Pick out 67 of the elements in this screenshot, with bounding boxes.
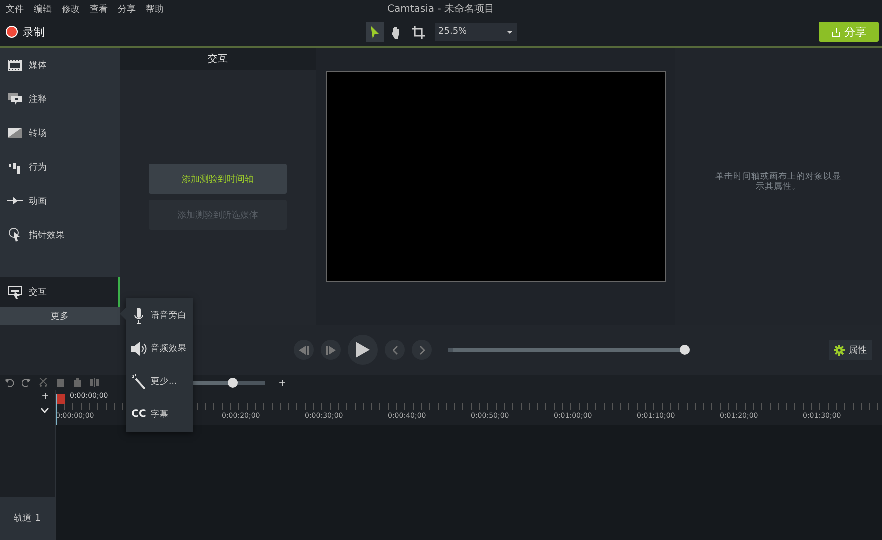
wand-icon — [132, 374, 146, 390]
behavior-icon — [9, 160, 21, 174]
caret-icon — [506, 30, 512, 34]
callout-icon — [8, 93, 22, 105]
menu-item[interactable]: 更少... — [126, 365, 193, 398]
chevron-down-icon[interactable] — [41, 408, 49, 413]
record-icon — [6, 26, 18, 38]
playhead-marker[interactable] — [57, 394, 65, 404]
pointer-tool[interactable] — [366, 22, 384, 42]
menu-item[interactable]: 文件 — [6, 2, 24, 16]
menu-item[interactable]: 语音旁白 — [126, 299, 193, 332]
pointer-icon — [370, 26, 380, 38]
track-label: 轨道 1 — [0, 497, 55, 540]
menu-item[interactable]: 查看 — [90, 2, 108, 16]
properties-button[interactable]: 属性 — [829, 340, 872, 360]
copy-icon[interactable] — [56, 378, 65, 387]
menu-item[interactable]: 分享 — [118, 2, 136, 16]
sidebar-item[interactable]: 交互 — [0, 277, 120, 307]
cut-icon[interactable] — [39, 378, 48, 387]
previous-frame-button[interactable] — [294, 340, 314, 360]
paste-icon[interactable] — [73, 378, 82, 387]
menu-item[interactable]: 修改 — [62, 2, 80, 16]
sidebar-item[interactable]: 媒体 — [0, 48, 120, 82]
window-title: Camtasia - 未命名项目 — [388, 2, 494, 16]
cursor-effect-icon — [9, 228, 21, 242]
slider-thumb[interactable] — [680, 345, 690, 355]
record-button[interactable]: 录制 — [0, 24, 51, 40]
step-back-icon — [299, 346, 309, 354]
play-button[interactable] — [348, 335, 378, 365]
playback-slider[interactable] — [448, 345, 690, 355]
slider-thumb[interactable] — [228, 378, 238, 388]
arrow-icon — [7, 197, 23, 205]
add-track-button[interactable]: + — [42, 390, 49, 403]
properties-hint: 单击时间轴或画布上的对象以显示其属性。 — [714, 172, 842, 194]
sidebar-item[interactable]: 动画 — [0, 184, 120, 218]
transition-icon — [8, 128, 22, 138]
zoom-in-button[interactable]: + — [279, 376, 286, 390]
menu-item[interactable]: CC 字幕 — [126, 398, 193, 431]
more-button[interactable]: 更多 — [0, 307, 120, 325]
split-icon[interactable] — [90, 378, 99, 387]
film-icon — [8, 60, 22, 70]
menu-item[interactable]: 编辑 — [34, 2, 52, 16]
sidebar-item[interactable]: 转场 — [0, 116, 120, 150]
chevron-right-icon — [420, 346, 424, 354]
cc-icon: CC — [131, 409, 147, 420]
export-icon — [832, 28, 840, 36]
menu-item[interactable]: 音频效果 — [126, 332, 193, 365]
redo-icon[interactable] — [22, 378, 31, 387]
previous-marker-button[interactable] — [385, 340, 405, 360]
menu-item[interactable]: 帮助 — [146, 2, 164, 16]
zoom-dropdown[interactable]: 25.5% — [434, 23, 516, 41]
quiz-icon — [8, 286, 22, 298]
add-quiz-button[interactable]: 添加测验到时间轴 — [149, 164, 287, 194]
panel-title: 交互 — [120, 48, 316, 70]
chevron-left-icon — [392, 346, 398, 354]
step-forward-icon — [326, 346, 336, 354]
sidebar-item[interactable]: 指针效果 — [0, 218, 120, 252]
crop-icon — [412, 26, 425, 38]
microphone-icon — [134, 308, 144, 324]
next-marker-button[interactable] — [412, 340, 432, 360]
gear-icon — [834, 344, 845, 356]
play-icon — [356, 342, 370, 358]
sidebar-item[interactable]: 行为 — [0, 150, 120, 184]
undo-icon[interactable] — [5, 378, 14, 387]
sidebar-item[interactable]: 注释 — [0, 82, 120, 116]
speaker-icon — [131, 342, 147, 356]
next-frame-button[interactable] — [321, 340, 341, 360]
